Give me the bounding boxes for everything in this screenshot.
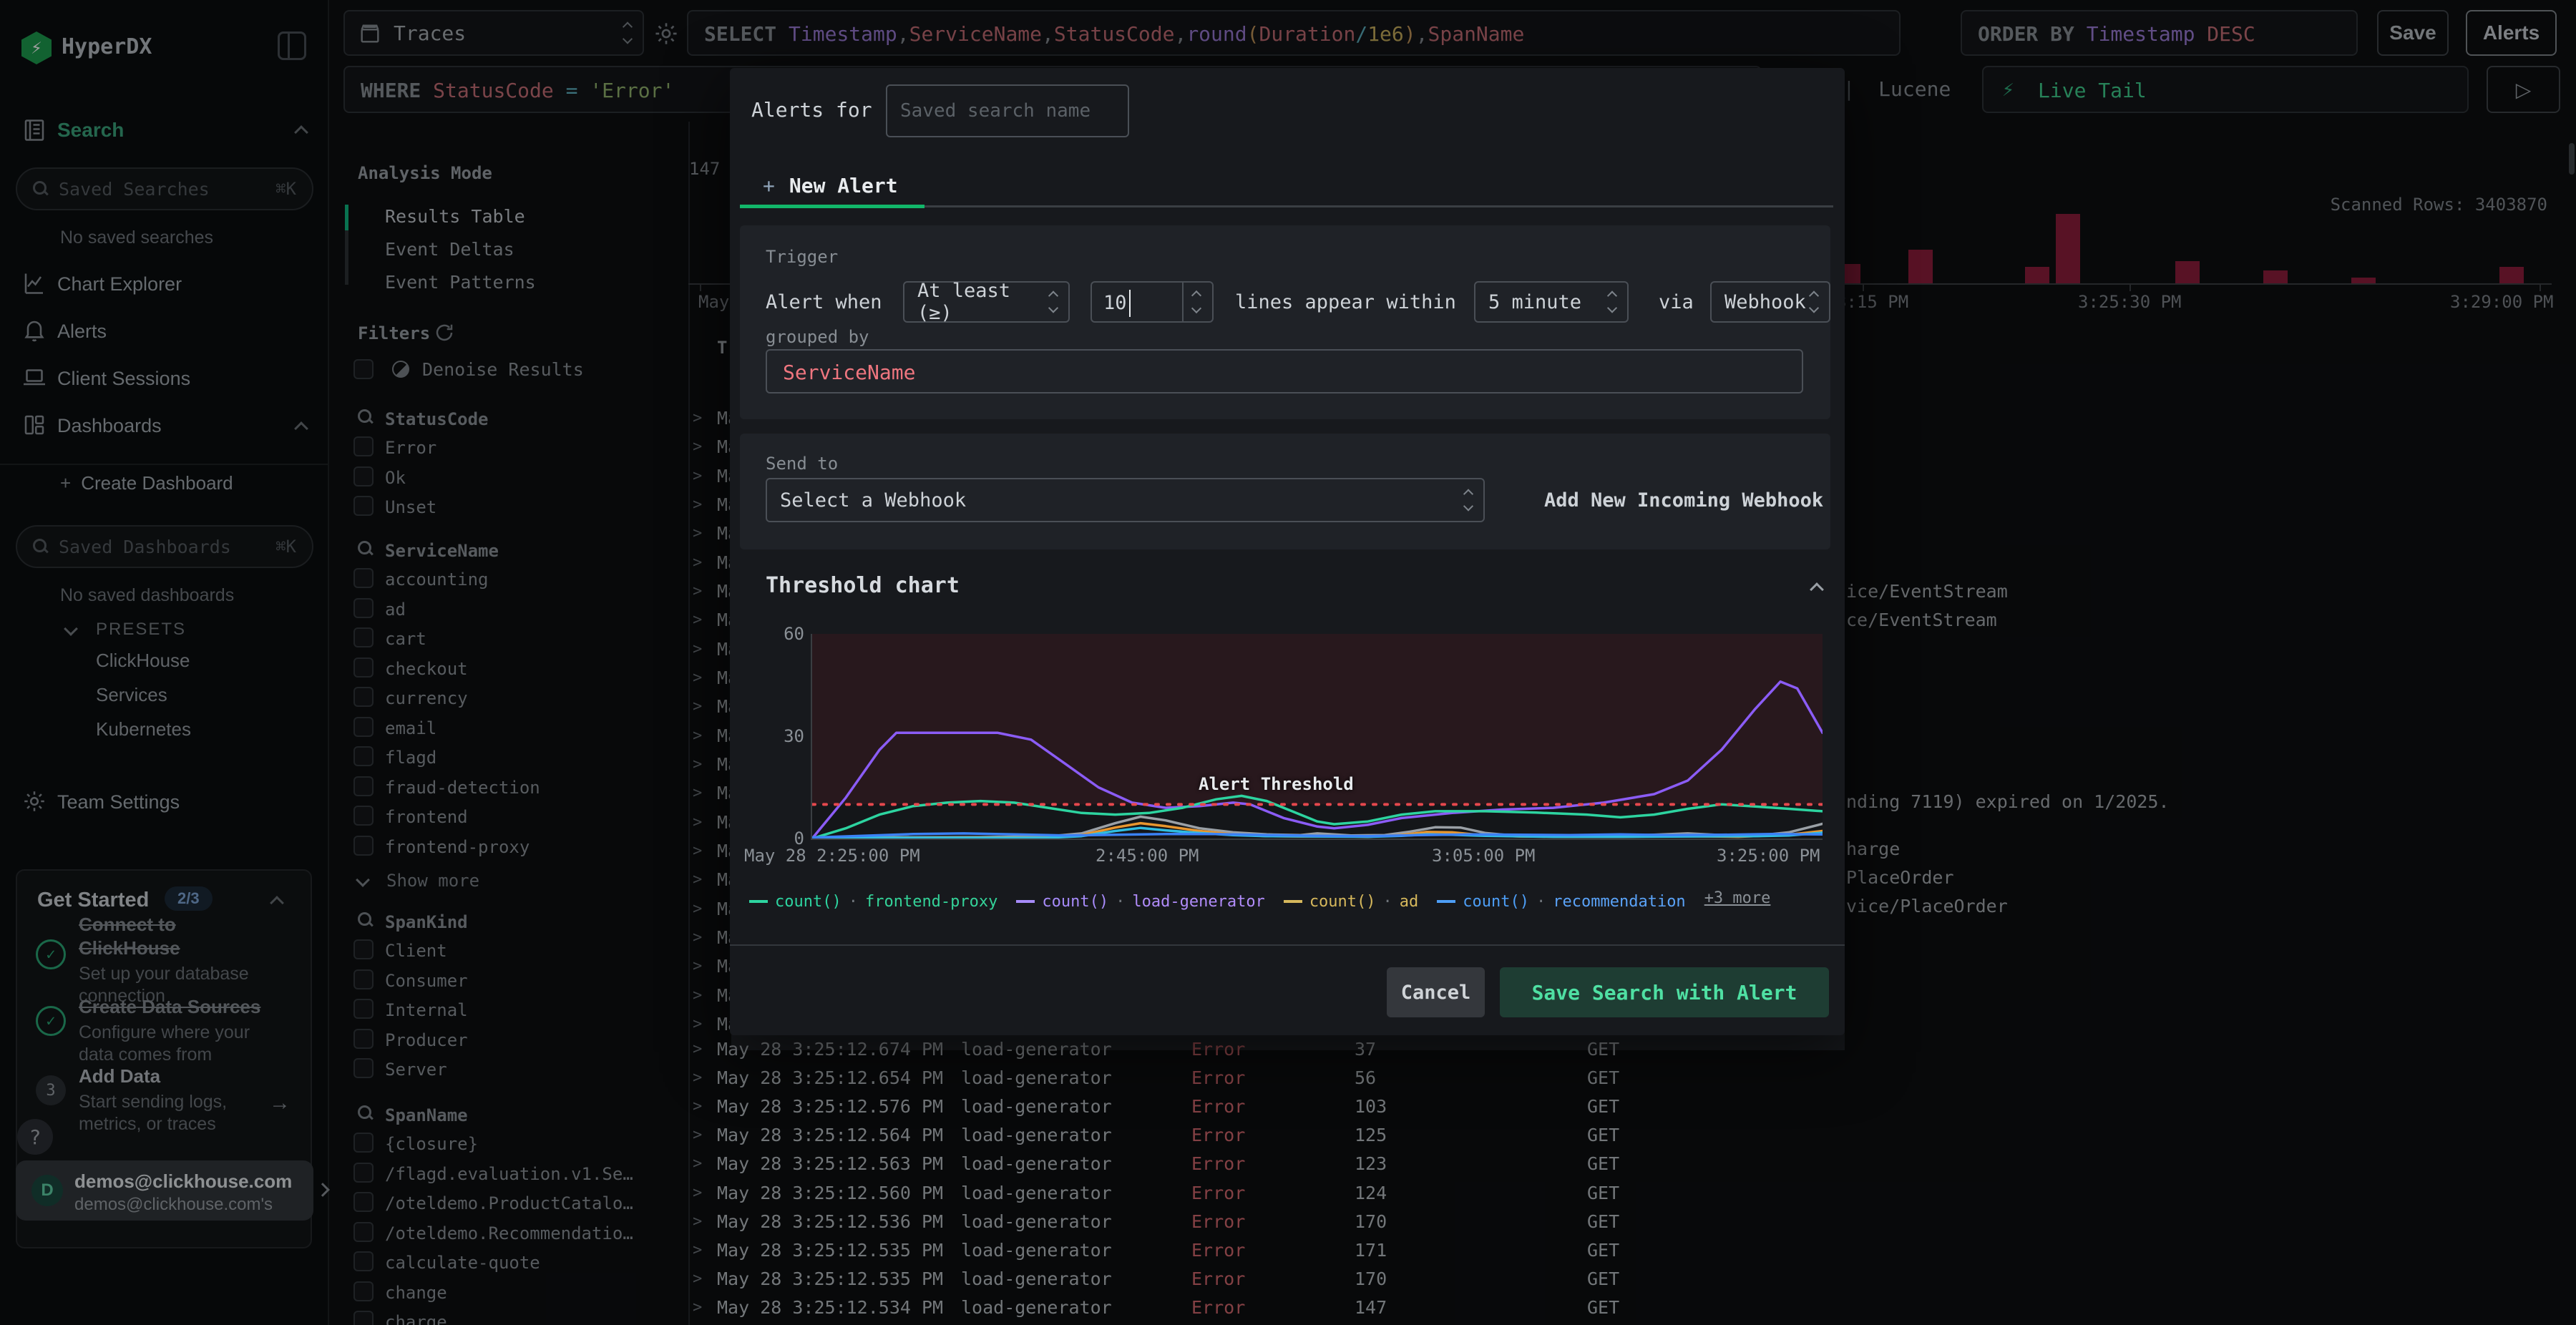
group-by-value: ServiceName — [783, 361, 916, 384]
alert-threshold-label: Alert Threshold — [1199, 774, 1354, 794]
threshold-chart-title: Threshold chart — [766, 573, 960, 598]
lines-appear-within-label: lines appear within — [1235, 291, 1456, 313]
legend-item[interactable]: count() · frontend-proxy — [749, 893, 997, 911]
stepper[interactable] — [1182, 283, 1212, 321]
chart-y-tick-label: 60 — [784, 624, 804, 644]
new-alert-tab[interactable]: + New Alert — [763, 174, 898, 197]
select-updown-icon — [1048, 290, 1059, 313]
select-updown-icon — [1808, 290, 1820, 313]
legend-more-link[interactable]: +3 more — [1704, 889, 1771, 907]
save-search-with-alert-button[interactable]: Save Search with Alert — [1500, 967, 1829, 1017]
chart-x-tick-label: May 28 2:25:00 PM — [744, 846, 920, 866]
alerts-for-label: Alerts for — [751, 98, 872, 122]
chart-y-tick-label: 30 — [784, 726, 804, 746]
send-to-panel: Send to Select a Webhook Add New Incomin… — [740, 434, 1830, 549]
alert-modal: Alerts for Saved search name + New Alert … — [730, 68, 1845, 1035]
saved-search-name-placeholder: Saved search name — [900, 100, 1091, 122]
chart-x-tick-label: 2:45:00 PM — [1096, 846, 1199, 866]
legend-item[interactable]: count() · load-generator — [1016, 893, 1265, 911]
legend-dash-icon — [749, 900, 768, 903]
grouped-by-label: grouped by — [766, 327, 869, 347]
cancel-button[interactable]: Cancel — [1387, 967, 1485, 1017]
webhook-select[interactable]: Select a Webhook — [766, 478, 1485, 522]
window-select[interactable]: 5 minute — [1474, 281, 1629, 323]
legend-dash-icon — [1283, 900, 1302, 903]
trigger-label: Trigger — [766, 247, 839, 267]
legend-item[interactable]: count() · recommendation — [1437, 893, 1686, 911]
hyperdx-app: ⚡ HyperDX Search Saved Searches ⌘K No sa… — [0, 0, 2576, 1325]
saved-search-name-input[interactable]: Saved search name — [886, 84, 1129, 137]
group-by-input[interactable]: ServiceName — [766, 349, 1803, 393]
select-updown-icon — [1606, 290, 1618, 313]
threshold-input[interactable]: 10 — [1091, 281, 1214, 323]
legend-item[interactable]: count() · ad — [1283, 893, 1418, 911]
chart-x-tick-label: 3:05:00 PM — [1432, 846, 1536, 866]
tab-underline-track — [924, 205, 1833, 207]
alert-when-label: Alert when — [766, 291, 882, 313]
legend-dash-icon — [1016, 900, 1035, 903]
add-webhook-button[interactable]: Add New Incoming Webhook — [1544, 489, 1823, 512]
legend-dash-icon — [1437, 900, 1456, 903]
chart-x-tick-label: 3:25:00 PM — [1717, 846, 1820, 866]
trigger-panel: Trigger Alert when At least (≥) 10 lines… — [740, 225, 1830, 419]
chart-legend: count() · frontend-proxy count() · load-gener… — [749, 889, 1823, 911]
channel-select[interactable]: Webhook — [1710, 281, 1830, 323]
comparator-select[interactable]: At least (≥) — [903, 280, 1070, 324]
via-label: via — [1659, 291, 1694, 313]
text-caret — [1129, 290, 1131, 317]
plus-icon: + — [763, 174, 775, 197]
chart-collapse-icon[interactable] — [1810, 582, 1824, 597]
threshold-chart: Alert Threshold — [811, 634, 1823, 840]
footer-divider — [730, 944, 1845, 946]
send-to-label: Send to — [766, 454, 839, 474]
select-updown-icon — [1463, 489, 1474, 512]
tab-underline-active — [740, 205, 924, 208]
